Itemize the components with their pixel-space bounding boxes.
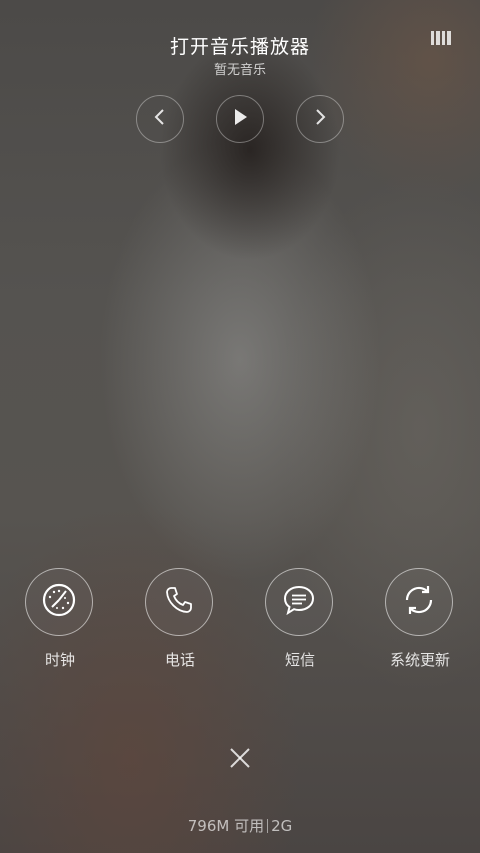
status-footer: 796M 可用 2G — [0, 815, 480, 836]
equalizer-icon[interactable] — [430, 30, 452, 46]
chevron-right-icon — [313, 108, 327, 130]
play-icon — [232, 108, 248, 130]
close-icon — [228, 748, 252, 774]
music-subtitle: 暂无音乐 — [213, 63, 266, 78]
message-icon — [281, 583, 317, 621]
shortcut-messages[interactable]: 短信 — [265, 568, 335, 670]
shortcut-phone[interactable]: 电话 — [145, 568, 215, 670]
shortcut-clock-button[interactable] — [25, 568, 93, 636]
shortcut-system-update[interactable]: 系统更新 — [385, 568, 455, 670]
shortcut-clock[interactable]: 时钟 — [25, 568, 95, 670]
sync-icon — [401, 582, 437, 622]
shortcut-phone-button[interactable] — [145, 568, 213, 636]
music-title[interactable]: 打开音乐播放器 — [0, 32, 480, 59]
network-type: 2G — [271, 817, 293, 835]
chevron-left-icon — [153, 108, 167, 130]
shortcut-messages-label: 短信 — [284, 651, 315, 669]
phone-icon — [163, 584, 195, 620]
footer-divider — [267, 819, 269, 833]
next-track-button[interactable] — [296, 95, 344, 143]
shortcut-clock-label: 时钟 — [44, 651, 75, 669]
shortcut-system-update-label: 系统更新 — [389, 651, 450, 669]
previous-track-button[interactable] — [136, 95, 184, 143]
shortcut-phone-label: 电话 — [164, 651, 195, 669]
play-button[interactable] — [216, 95, 264, 143]
shortcut-messages-button[interactable] — [265, 568, 333, 636]
close-button[interactable] — [228, 746, 252, 770]
shortcut-system-update-button[interactable] — [385, 568, 453, 636]
clock-icon — [41, 582, 77, 622]
memory-available: 796M 可用 — [187, 817, 265, 835]
